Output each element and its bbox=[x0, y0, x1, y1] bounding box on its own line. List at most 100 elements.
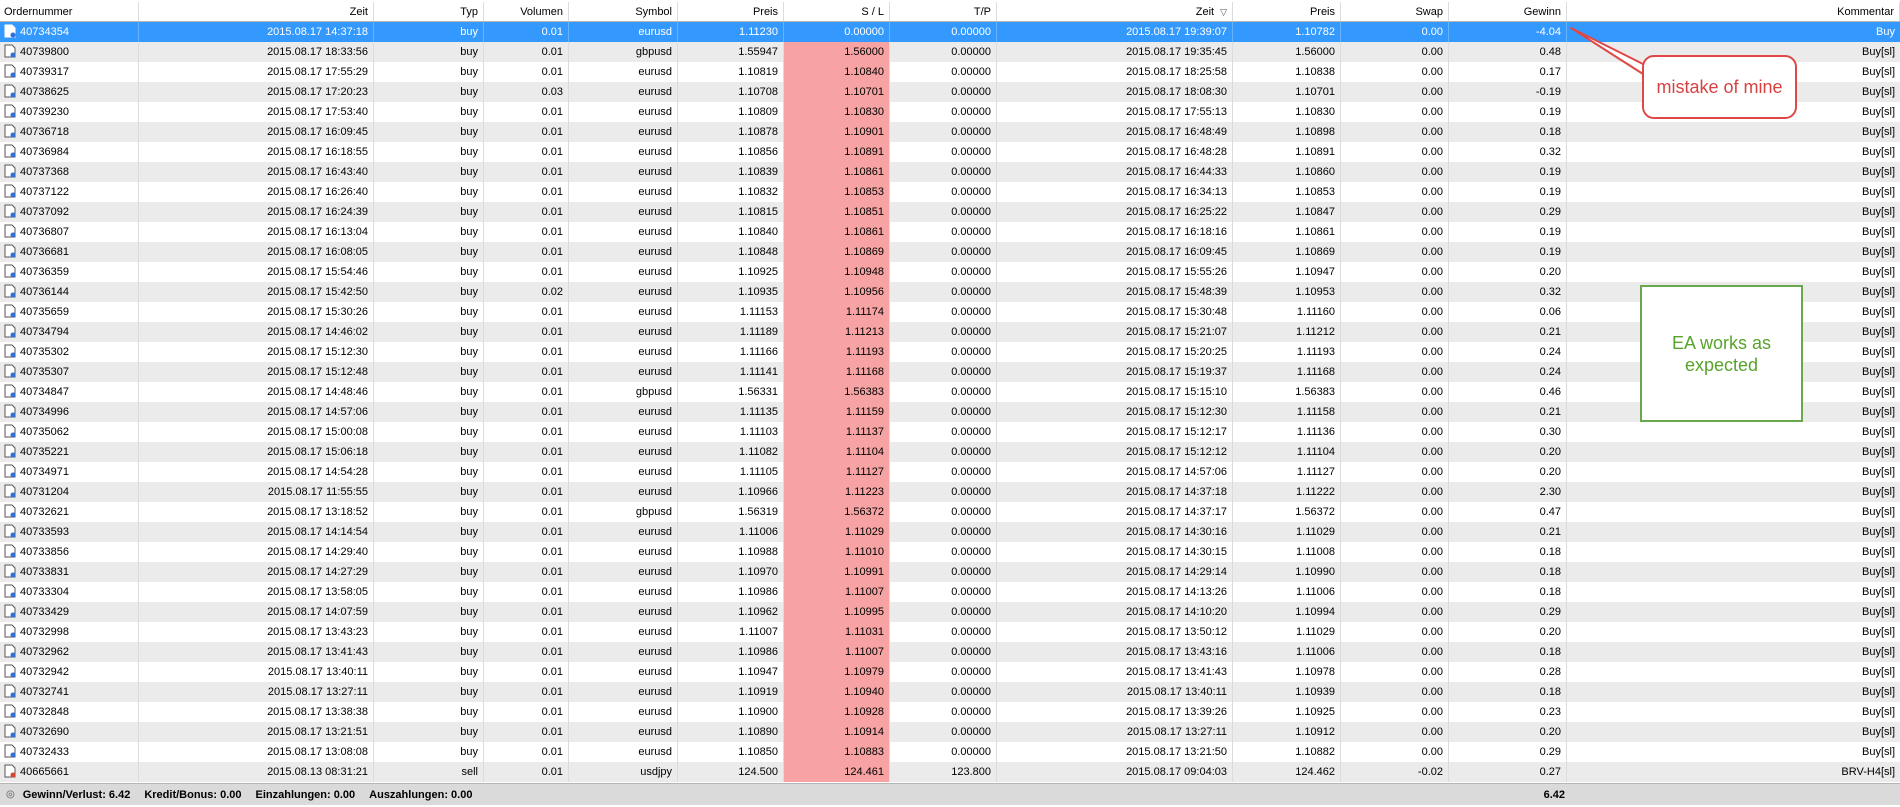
cell-symbol: eurusd bbox=[569, 342, 678, 362]
cell-tp: 0.00000 bbox=[890, 522, 997, 542]
table-row[interactable]: 40735302 2015.08.17 15:12:30 buy 0.01 eurusd… bbox=[0, 342, 1900, 362]
cell-tp: 0.00000 bbox=[890, 102, 997, 122]
cell-order: 40732690 bbox=[0, 722, 139, 742]
cell-profit: 0.18 bbox=[1449, 542, 1567, 562]
col-header-time[interactable]: Zeit bbox=[139, 2, 374, 21]
table-row[interactable]: 40737122 2015.08.17 16:26:40 buy 0.01 eurusd… bbox=[0, 182, 1900, 202]
cell-close-price: 1.11006 bbox=[1233, 582, 1341, 602]
table-row[interactable]: 40731204 2015.08.17 11:55:55 buy 0.01 eurusd… bbox=[0, 482, 1900, 502]
cell-type: buy bbox=[374, 82, 484, 102]
table-row[interactable]: 40733429 2015.08.17 14:07:59 buy 0.01 eurusd… bbox=[0, 602, 1900, 622]
table-row[interactable]: 40732741 2015.08.17 13:27:11 buy 0.01 eurusd… bbox=[0, 682, 1900, 702]
cell-symbol: eurusd bbox=[569, 142, 678, 162]
table-row[interactable]: 40733593 2015.08.17 14:14:54 buy 0.01 eurusd… bbox=[0, 522, 1900, 542]
table-row[interactable]: 40737368 2015.08.17 16:43:40 buy 0.01 eurusd… bbox=[0, 162, 1900, 182]
col-header-price[interactable]: Preis bbox=[678, 2, 784, 21]
cell-symbol: eurusd bbox=[569, 182, 678, 202]
table-row[interactable]: 40732621 2015.08.17 13:18:52 buy 0.01 gbpusd… bbox=[0, 502, 1900, 522]
order-number: 40735307 bbox=[20, 366, 69, 378]
cell-comment: BRV-H4[sl] bbox=[1841, 766, 1895, 778]
cell-close-price: 1.11029 bbox=[1233, 622, 1341, 642]
table-row[interactable]: 40735062 2015.08.17 15:00:08 buy 0.01 eurusd… bbox=[0, 422, 1900, 442]
cell-comment: Buy[sl] bbox=[1861, 646, 1895, 658]
table-row[interactable]: 40732942 2015.08.17 13:40:11 buy 0.01 eurusd… bbox=[0, 662, 1900, 682]
table-row[interactable]: 40734996 2015.08.17 14:57:06 buy 0.01 eurusd… bbox=[0, 402, 1900, 422]
table-row[interactable]: 40733831 2015.08.17 14:27:29 buy 0.01 eurusd… bbox=[0, 562, 1900, 582]
cell-order: 40735062 bbox=[0, 422, 139, 442]
table-row[interactable]: 40739230 2015.08.17 17:53:40 buy 0.01 eurusd… bbox=[0, 102, 1900, 122]
buy-order-icon bbox=[4, 564, 16, 578]
table-row[interactable]: 40733856 2015.08.17 14:29:40 buy 0.01 eurusd… bbox=[0, 542, 1900, 562]
table-row[interactable]: 40733304 2015.08.17 13:58:05 buy 0.01 eurusd… bbox=[0, 582, 1900, 602]
table-row[interactable]: 40735307 2015.08.17 15:12:48 buy 0.01 eurusd… bbox=[0, 362, 1900, 382]
cell-tp: 0.00000 bbox=[890, 82, 997, 102]
cell-swap: 0.00 bbox=[1341, 422, 1449, 442]
cell-profit: 0.21 bbox=[1449, 402, 1567, 422]
cell-sl: 1.10901 bbox=[784, 122, 890, 142]
table-row[interactable]: 40732962 2015.08.17 13:41:43 buy 0.01 eurusd… bbox=[0, 642, 1900, 662]
cell-order: 40732962 bbox=[0, 642, 139, 662]
cell-close-price: 1.10882 bbox=[1233, 742, 1341, 762]
table-row[interactable]: 40735221 2015.08.17 15:06:18 buy 0.01 eurusd… bbox=[0, 442, 1900, 462]
cell-comment: Buy[sl] bbox=[1861, 226, 1895, 238]
cell-order: 40736718 bbox=[0, 122, 139, 142]
cell-profit: 0.19 bbox=[1449, 242, 1567, 262]
order-number: 40736359 bbox=[20, 266, 69, 278]
table-row[interactable]: 40734847 2015.08.17 14:48:46 buy 0.01 gbpusd… bbox=[0, 382, 1900, 402]
cell-swap: 0.00 bbox=[1341, 62, 1449, 82]
col-header-sl[interactable]: S / L bbox=[784, 2, 890, 21]
buy-order-icon bbox=[4, 524, 16, 538]
cell-type: buy bbox=[374, 622, 484, 642]
table-row[interactable]: 40734971 2015.08.17 14:54:28 buy 0.01 eurusd… bbox=[0, 462, 1900, 482]
table-row[interactable]: 40732433 2015.08.17 13:08:08 buy 0.01 eurusd… bbox=[0, 742, 1900, 762]
table-row[interactable]: 40732998 2015.08.17 13:43:23 buy 0.01 eurusd… bbox=[0, 622, 1900, 642]
cell-symbol: eurusd bbox=[569, 202, 678, 222]
col-header-close-time[interactable]: Zeit ▽ bbox=[997, 2, 1233, 21]
col-header-tp[interactable]: T/P bbox=[890, 2, 997, 21]
table-row[interactable]: 40736359 2015.08.17 15:54:46 buy 0.01 eurusd… bbox=[0, 262, 1900, 282]
cell-time: 2015.08.17 14:57:06 bbox=[139, 402, 374, 422]
col-header-volume[interactable]: Volumen bbox=[484, 2, 569, 21]
col-header-symbol[interactable]: Symbol bbox=[569, 2, 678, 21]
col-header-profit[interactable]: Gewinn bbox=[1449, 2, 1567, 21]
cell-order: 40735302 bbox=[0, 342, 139, 362]
cell-order: 40734354 bbox=[0, 22, 139, 42]
table-row[interactable]: 40736718 2015.08.17 16:09:45 buy 0.01 eurusd… bbox=[0, 122, 1900, 142]
col-header-order[interactable]: Ordernummer bbox=[0, 2, 139, 21]
table-row[interactable]: 40732848 2015.08.17 13:38:38 buy 0.01 eurusd… bbox=[0, 702, 1900, 722]
order-number: 40736984 bbox=[20, 146, 69, 158]
order-number: 40734996 bbox=[20, 406, 69, 418]
col-header-swap[interactable]: Swap bbox=[1341, 2, 1449, 21]
cell-order: 40733831 bbox=[0, 562, 139, 582]
cell-profit: -4.04 bbox=[1449, 22, 1567, 42]
table-row[interactable]: 40665661 2015.08.13 08:31:21 sell 0.01 usdjp… bbox=[0, 762, 1900, 782]
cell-volume: 0.01 bbox=[484, 102, 569, 122]
cell-close-time: 2015.08.17 15:15:10 bbox=[997, 382, 1233, 402]
table-row[interactable]: 40732690 2015.08.17 13:21:51 buy 0.01 eurusd… bbox=[0, 722, 1900, 742]
table-row[interactable]: 40736144 2015.08.17 15:42:50 buy 0.02 eurusd… bbox=[0, 282, 1900, 302]
buy-order-icon bbox=[4, 224, 16, 238]
col-header-type[interactable]: Typ bbox=[374, 2, 484, 21]
cell-close-time: 2015.08.17 14:10:20 bbox=[997, 602, 1233, 622]
cell-close-price: 1.11029 bbox=[1233, 522, 1341, 542]
cell-tp: 0.00000 bbox=[890, 142, 997, 162]
table-row[interactable]: 40736984 2015.08.17 16:18:55 buy 0.01 eurusd… bbox=[0, 142, 1900, 162]
cell-volume: 0.01 bbox=[484, 582, 569, 602]
pnl-summary: Gewinn/Verlust: 6.42 bbox=[22, 788, 131, 801]
cell-sl: 1.10840 bbox=[784, 62, 890, 82]
buy-order-icon bbox=[4, 664, 16, 678]
cell-profit: 0.21 bbox=[1449, 322, 1567, 342]
cell-sl: 1.11029 bbox=[784, 522, 890, 542]
cell-volume: 0.01 bbox=[484, 422, 569, 442]
table-row[interactable]: 40736681 2015.08.17 16:08:05 buy 0.01 eurusd… bbox=[0, 242, 1900, 262]
cell-sl: 1.10914 bbox=[784, 722, 890, 742]
buy-order-icon bbox=[4, 144, 16, 158]
table-row[interactable]: 40736807 2015.08.17 16:13:04 buy 0.01 eurusd… bbox=[0, 222, 1900, 242]
order-number: 40733831 bbox=[20, 566, 69, 578]
table-row[interactable]: 40737092 2015.08.17 16:24:39 buy 0.01 eurusd… bbox=[0, 202, 1900, 222]
cell-tp: 0.00000 bbox=[890, 342, 997, 362]
col-header-close-price[interactable]: Preis bbox=[1233, 2, 1341, 21]
table-row[interactable]: 40735659 2015.08.17 15:30:26 buy 0.01 eurusd… bbox=[0, 302, 1900, 322]
table-row[interactable]: 40734794 2015.08.17 14:46:02 buy 0.01 eurusd… bbox=[0, 322, 1900, 342]
col-header-comment[interactable]: Kommentar bbox=[1567, 2, 1900, 21]
